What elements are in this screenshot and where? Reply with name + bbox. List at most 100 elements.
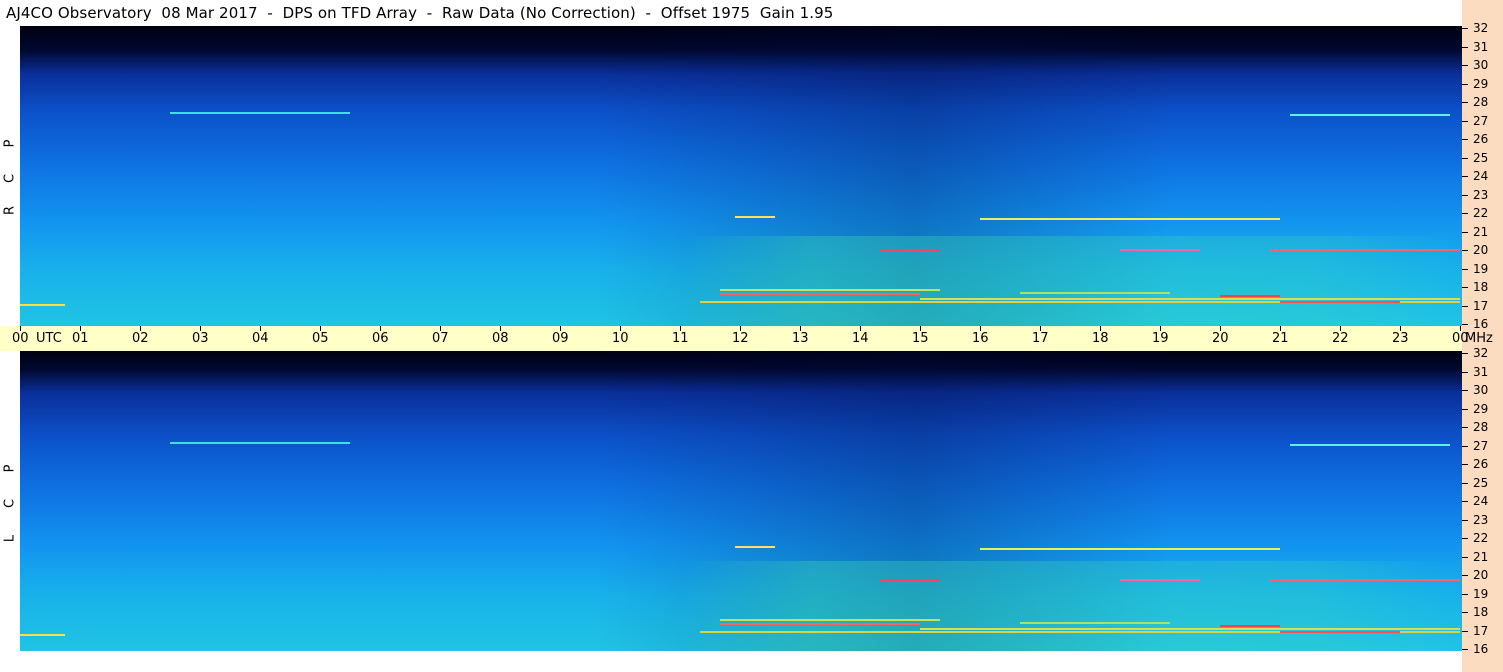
- time-label-1: 01: [72, 331, 89, 346]
- interference-line: [720, 293, 920, 295]
- time-label-21: 21: [1272, 331, 1289, 346]
- mhz-label: MHz: [1465, 331, 1493, 346]
- interference-line: [880, 249, 940, 251]
- rcp-letter-r: R: [2, 205, 18, 216]
- time-label-8: 08: [492, 331, 509, 346]
- freq-tick: [1462, 102, 1468, 103]
- time-label-20: 20: [1212, 331, 1229, 346]
- lcp-freq-label-21: 21: [1473, 549, 1489, 564]
- interference-line: [170, 442, 350, 444]
- time-label-17: 17: [1032, 331, 1049, 346]
- time-axis: 00 01 02 03 04 05 06 07 08 09 10 11 12 13 14 15 16 17 18 19…: [0, 326, 1493, 351]
- rcp-freq-label-20: 20: [1473, 243, 1489, 257]
- lcp-freq-label-31: 31: [1473, 364, 1489, 379]
- interference-line: [170, 112, 350, 114]
- time-label-0: 00: [12, 331, 29, 346]
- freq-tick: [1462, 482, 1468, 484]
- interference-line: [1220, 295, 1280, 297]
- lcp-freq-label-22: 22: [1473, 531, 1489, 545]
- title-bar: AJ4CO Observatory 08 Mar 2017 - DPS on T…: [0, 0, 1462, 26]
- lcp-freq-label-16: 16: [1473, 642, 1489, 656]
- rcp-freq-label-18: 18: [1473, 280, 1489, 294]
- interference-line: [1120, 249, 1200, 251]
- freq-tick: [1462, 83, 1468, 85]
- lcp-freq-label-29: 29: [1473, 401, 1489, 416]
- interference-line: [1120, 579, 1200, 581]
- lcp-polarization-label: P C L: [0, 351, 20, 672]
- rcp-freq-label-27: 27: [1473, 113, 1489, 128]
- interference-line: [980, 218, 1280, 220]
- interference-line: [1020, 622, 1170, 624]
- freq-tick: [1462, 65, 1468, 66]
- time-label-16: 16: [972, 331, 989, 346]
- lcp-spectrogram: [20, 351, 1462, 651]
- freq-tick: [1462, 194, 1468, 196]
- interference-line: [980, 548, 1280, 550]
- rcp-freq-label-22: 22: [1473, 206, 1489, 220]
- time-label-18: 18: [1092, 331, 1109, 346]
- lcp-freq-label-32: 32: [1473, 346, 1489, 360]
- rcp-letter-c: C: [2, 173, 18, 184]
- time-label-13: 13: [792, 331, 809, 346]
- time-label-10: 10: [612, 331, 629, 346]
- freq-tick: [1462, 231, 1468, 233]
- freq-tick: [1462, 445, 1468, 447]
- freq-tick: [1462, 120, 1468, 122]
- freq-tick: [1462, 324, 1468, 325]
- time-label-6: 06: [372, 331, 389, 346]
- freq-tick: [1462, 46, 1468, 48]
- freq-tick: [1462, 353, 1468, 354]
- freq-tick: [1462, 501, 1468, 502]
- freq-tick: [1462, 519, 1468, 521]
- freq-tick: [1462, 593, 1468, 595]
- time-label-14: 14: [852, 331, 869, 346]
- time-label-22: 22: [1332, 331, 1349, 346]
- lcp-freq-label-19: 19: [1473, 586, 1489, 601]
- lcp-freq-label-26: 26: [1473, 457, 1489, 471]
- freq-tick: [1462, 575, 1468, 576]
- interference-line: [920, 298, 1460, 300]
- time-label-11: 11: [672, 331, 689, 346]
- time-label-23: 23: [1392, 331, 1409, 346]
- freq-tick: [1462, 464, 1468, 465]
- rcp-freq-label-26: 26: [1473, 132, 1489, 146]
- rcp-freq-label-24: 24: [1473, 169, 1489, 183]
- bottom-margin: [20, 651, 1462, 672]
- rcp-frequency-axis: 32 31 30 29 28 27 26 25 24 23 22 21 20 19 18 17 16: [1462, 22, 1503, 330]
- freq-tick: [1462, 176, 1468, 177]
- freq-tick: [1462, 390, 1468, 391]
- rcp-freq-label-30: 30: [1473, 58, 1489, 72]
- lcp-freq-label-30: 30: [1473, 383, 1489, 397]
- rcp-freq-label-31: 31: [1473, 39, 1489, 54]
- lcp-frequency-axis: 32 31 30 29 28 27 26 25 24 23 22 21 20 19 18 17 16: [1462, 347, 1503, 655]
- lcp-freq-label-27: 27: [1473, 438, 1489, 453]
- interference-line: [20, 304, 65, 306]
- interference-line: [720, 619, 940, 621]
- freq-tick: [1462, 305, 1468, 307]
- freq-tick: [1462, 630, 1468, 632]
- interference-line: [720, 289, 940, 291]
- interference-line: [1280, 301, 1400, 303]
- interference-line: [20, 634, 65, 636]
- interference-line: [735, 546, 775, 548]
- interference-line: [920, 628, 1460, 630]
- interference-line: [1270, 579, 1460, 581]
- time-label-9: 09: [552, 331, 569, 346]
- lcp-freq-label-24: 24: [1473, 494, 1489, 508]
- rcp-letter-p: P: [2, 139, 18, 148]
- lcp-letter-l: L: [2, 534, 18, 543]
- time-label-3: 03: [192, 331, 209, 346]
- time-label-15: 15: [912, 331, 929, 346]
- time-label-19: 19: [1152, 331, 1169, 346]
- rcp-freq-label-32: 32: [1473, 21, 1489, 35]
- lcp-freq-label-18: 18: [1473, 605, 1489, 619]
- time-label-2: 02: [132, 331, 149, 346]
- freq-tick: [1462, 139, 1468, 140]
- lcp-freq-label-23: 23: [1473, 512, 1489, 527]
- interference-line: [1290, 444, 1450, 446]
- interference-line: [880, 579, 940, 581]
- freq-tick: [1462, 556, 1468, 558]
- chart-title: AJ4CO Observatory 08 Mar 2017 - DPS on T…: [6, 4, 834, 22]
- interference-line: [1280, 631, 1400, 633]
- interference-line: [720, 623, 920, 625]
